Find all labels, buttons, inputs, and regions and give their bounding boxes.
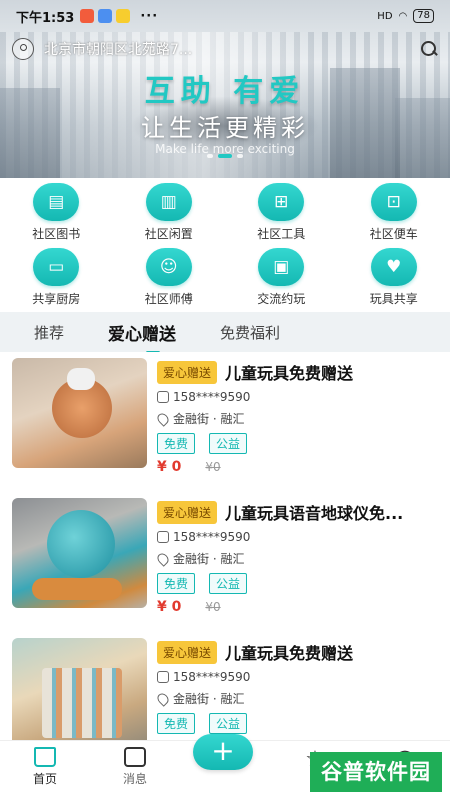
listing-price: ¥ 0 [157,459,182,475]
tag-charity: 公益 [209,573,248,594]
service-label: 交流约玩 [257,292,306,306]
service-label: 社区师傅 [144,292,193,306]
signal-label: HD [377,10,393,22]
phone-icon [157,531,169,543]
service-label: 社区图书 [32,227,81,241]
search-icon[interactable] [420,40,438,58]
listing-location: 金融街 · 融汇 [173,412,245,426]
status-right: HD ◠ 78 [377,9,434,23]
list-item[interactable]: 爱心赠送 儿童玩具免费赠送 158****9590 金融街 · 融汇 免费 公益 … [0,352,450,492]
listing-title[interactable]: 儿童玩具免费赠送 [225,360,425,384]
tab-recommend[interactable]: 推荐 [34,322,64,343]
kitchen-icon: ▭ [33,248,80,286]
toolbox-icon: ⊞ [258,183,305,221]
listing-thumbnail[interactable] [12,638,147,740]
publish-plus-button[interactable]: + [193,734,253,770]
location-bar: 北京市朝阳区北苑路7... [12,38,438,60]
service-item-carpool[interactable]: ⊡ 社区便车 [338,178,450,243]
listing-original-price: ¥0 [205,600,221,614]
pagination-dot [207,154,213,158]
location-pin-icon[interactable] [12,38,34,60]
tag-free: 免费 [157,713,196,734]
nav-messages-label: 消息 [122,772,147,786]
listing-thumbnail[interactable] [12,358,147,468]
listing-title[interactable]: 儿童玩具语音地球仪免... [225,500,425,524]
tag-free: 免费 [157,573,196,594]
battery-icon: 78 [413,9,434,23]
pagination-dot-active [218,154,232,158]
book-icon: ▤ [33,183,80,221]
love-gift-badge: 爱心赠送 [157,500,218,524]
service-item-worker[interactable]: ☺ 社区师傅 [113,243,226,308]
listing-phone: 158****9590 [173,670,251,684]
location-pin-icon [155,690,171,707]
location-text[interactable]: 北京市朝阳区北苑路7... [44,39,274,59]
love-gift-badge: 爱心赠送 [157,640,218,664]
nav-messages[interactable]: 消息 [90,741,180,800]
nav-home[interactable]: 首页 [0,741,90,800]
listing-location: 金融街 · 融汇 [173,692,245,706]
watermark-logo: 谷普软件园 [310,752,442,792]
phone-icon [157,671,169,683]
phone-icon [157,391,169,403]
category-tabs: 推荐 爱心赠送 免费福利 [0,312,450,354]
notification-app-icon [116,9,131,23]
service-item-toys[interactable]: ♥ 玩具共享 [338,243,450,308]
list-item[interactable]: 爱心赠送 儿童玩具免费赠送 158****9590 金融街 · 融汇 免费 公益 … [0,632,450,740]
listing-list: 爱心赠送 儿童玩具免费赠送 158****9590 金融街 · 融汇 免费 公益 … [0,352,450,740]
pagination-dot [237,154,243,158]
nav-home-label: 首页 [32,772,57,786]
service-label: 玩具共享 [369,292,418,306]
status-more: ··· [140,8,159,24]
tab-love-gift[interactable]: 爱心赠送 [108,320,176,354]
tag-free: 免费 [157,433,196,454]
status-bar: 下午1:53 ··· HD ◠ 78 [0,0,450,32]
listing-phone: 158****9590 [173,390,251,404]
home-icon [34,747,56,767]
notification-app-icon [80,9,95,23]
listing-location: 金融街 · 融汇 [173,552,245,566]
tab-free-benefits[interactable]: 免费福利 [220,322,280,343]
service-item-idle[interactable]: ▥ 社区闲置 [113,178,226,243]
car-icon: ⊡ [370,183,417,221]
notification-app-icon [98,9,113,23]
status-time: 下午1:53 [16,10,75,26]
service-label: 社区工具 [257,227,306,241]
listing-phone: 158****9590 [173,530,251,544]
list-item[interactable]: 爱心赠送 儿童玩具语音地球仪免... 158****9590 金融街 · 融汇 … [0,492,450,632]
listing-title[interactable]: 儿童玩具免费赠送 [225,640,425,664]
app-screen: 互助 有爱 让生活更精彩 Make life more exciting 下午1… [0,0,450,800]
service-label: 社区闲置 [144,227,193,241]
banner-subline: 让生活更精彩 [141,114,309,142]
service-item-play[interactable]: ▣ 交流约玩 [225,243,338,308]
service-label: 共享厨房 [32,292,81,306]
banner-headline: 互助 有爱 [144,74,306,109]
location-pin-icon [155,410,171,427]
service-item-kitchen[interactable]: ▭ 共享厨房 [0,243,113,308]
wifi-icon: ◠ [398,10,408,22]
heart-icon: ♥ [370,248,417,286]
message-icon [124,747,146,767]
service-grid: ▤ 社区图书 ▥ 社区闲置 ⊞ 社区工具 ⊡ 社区便车 ▭ 共享厨房 ☺ 社区师傅 ▣ 交流约… [0,178,450,308]
game-icon: ▣ [258,248,305,286]
basket-icon: ▥ [145,183,192,221]
location-pin-icon [155,550,171,567]
worker-icon: ☺ [145,248,192,286]
tag-charity: 公益 [209,713,248,734]
service-item-book[interactable]: ▤ 社区图书 [0,178,113,243]
love-gift-badge: 爱心赠送 [157,360,218,384]
service-label: 社区便车 [369,227,418,241]
listing-price: ¥ 0 [157,599,182,615]
service-item-tools[interactable]: ⊞ 社区工具 [225,178,338,243]
banner-pagination [0,154,450,158]
listing-original-price: ¥0 [205,460,221,474]
listing-thumbnail[interactable] [12,498,147,608]
tag-charity: 公益 [209,433,248,454]
